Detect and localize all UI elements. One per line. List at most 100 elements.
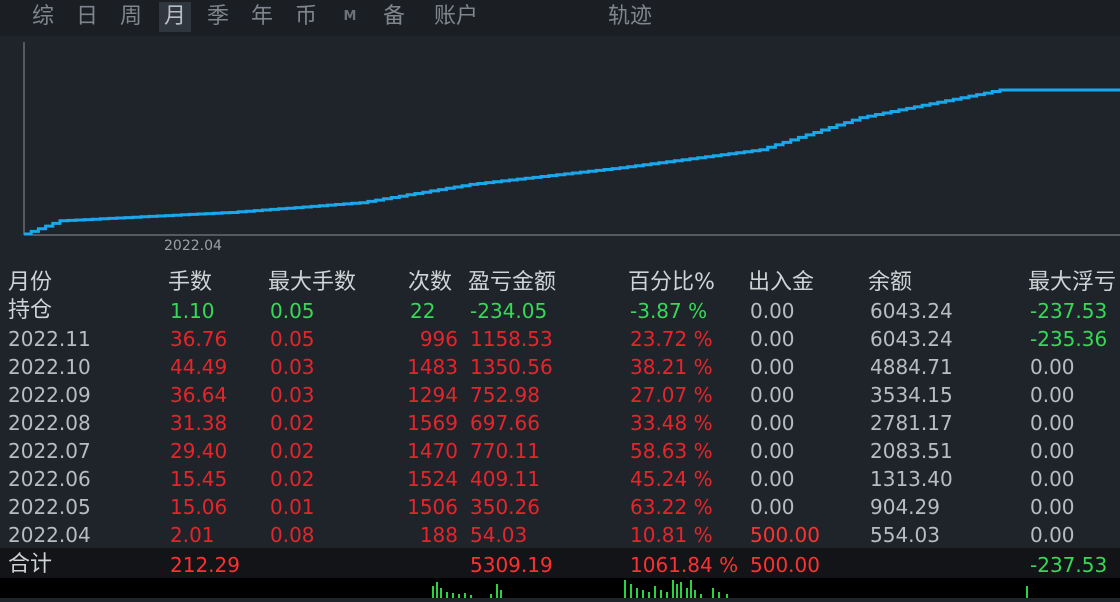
row-count: 1506 [407, 495, 458, 519]
total-max-float-loss: -237.53 [1030, 553, 1108, 577]
row-month: 2022.07 [8, 439, 91, 463]
row-month: 2022.09 [8, 383, 91, 407]
row-max-float-loss: -237.53 [1030, 299, 1108, 323]
row-max-float-loss: 0.00 [1030, 523, 1075, 547]
col-header-max-lots: 最大手数 [268, 270, 357, 295]
row-month: 2022.11 [8, 327, 91, 351]
row-pnl: -234.05 [470, 299, 548, 323]
row-month: 2022.08 [8, 411, 91, 435]
row-max-float-loss: 0.00 [1030, 439, 1075, 463]
tab-currency[interactable]: 币 [291, 2, 321, 32]
col-header-month: 月份 [8, 270, 53, 295]
row-count: 1569 [407, 411, 458, 435]
tab-summary[interactable]: 综 [28, 2, 58, 32]
tab-year[interactable]: 年 [247, 2, 277, 32]
row-max-lots: 0.05 [270, 299, 315, 323]
tab-track[interactable]: 轨迹 [602, 2, 658, 32]
row-lots: 36.64 [170, 383, 228, 407]
row-percent: 23.72 % [630, 327, 713, 351]
row-percent: 38.21 % [630, 355, 713, 379]
total-percent: 1061.84 % [630, 553, 739, 577]
row-month: 2022.05 [8, 495, 91, 519]
tab-quarter[interactable]: 季 [203, 2, 233, 32]
row-max-lots: 0.03 [270, 355, 315, 379]
row-percent: -3.87 % [630, 299, 708, 323]
row-max-float-loss: 0.00 [1030, 355, 1075, 379]
indicator-panel [0, 578, 1120, 598]
total-label: 合计 [8, 552, 53, 577]
total-row: 合计 212.29 5309.19 1061.84 % 500.00 -237.… [0, 548, 1120, 578]
row-month: 2022.04 [8, 523, 91, 547]
tab-month[interactable]: 月 [159, 2, 191, 32]
row-pnl: 350.26 [470, 495, 540, 519]
row-max-float-loss: 0.00 [1030, 383, 1075, 407]
row-month: 2022.10 [8, 355, 91, 379]
balance-line-chart [23, 42, 1120, 236]
tab-week[interactable]: 周 [116, 2, 146, 32]
col-header-count: 次数 [408, 270, 453, 295]
row-percent: 10.81 % [630, 523, 713, 547]
row-deposit: 0.00 [750, 495, 795, 519]
row-max-float-loss: 0.00 [1030, 411, 1075, 435]
total-pnl: 5309.19 [470, 553, 553, 577]
row-percent: 63.22 % [630, 495, 713, 519]
row-balance: 6043.24 [870, 327, 953, 351]
row-pnl: 770.11 [470, 439, 540, 463]
row-max-float-loss: -235.36 [1030, 327, 1108, 351]
period-tab-bar: 综 日 周 月 季 年 币 M 备 账户 轨迹 [0, 0, 1120, 36]
total-lots: 212.29 [170, 553, 240, 577]
x-tick-label: 2022.04 [164, 238, 222, 254]
row-max-lots: 0.02 [270, 467, 315, 491]
row-pnl: 1158.53 [470, 327, 553, 351]
row-percent: 27.07 % [630, 383, 713, 407]
row-lots: 29.40 [170, 439, 228, 463]
row-deposit: 0.00 [750, 299, 795, 323]
row-deposit: 0.00 [750, 327, 795, 351]
row-deposit: 0.00 [750, 355, 795, 379]
row-balance: 3534.15 [870, 383, 953, 407]
row-max-float-loss: 0.00 [1030, 495, 1075, 519]
row-max-lots: 0.03 [270, 383, 315, 407]
row-balance: 2083.51 [870, 439, 953, 463]
row-max-lots: 0.08 [270, 523, 315, 547]
row-max-lots: 0.01 [270, 495, 315, 519]
row-lots: 15.45 [170, 467, 228, 491]
row-balance: 554.03 [870, 523, 940, 547]
row-balance: 904.29 [870, 495, 940, 519]
row-balance: 1313.40 [870, 467, 953, 491]
total-deposit: 500.00 [750, 553, 820, 577]
row-count: 188 [419, 523, 458, 547]
row-lots: 2.01 [170, 523, 215, 547]
col-header-deposit: 出入金 [748, 270, 815, 295]
row-pnl: 752.98 [470, 383, 540, 407]
row-count: 1470 [407, 439, 458, 463]
row-percent: 33.48 % [630, 411, 713, 435]
tab-m[interactable]: M [338, 2, 362, 32]
row-max-lots: 0.02 [270, 439, 315, 463]
tab-day[interactable]: 日 [72, 2, 102, 32]
row-pnl: 697.66 [470, 411, 540, 435]
balance-series-line [24, 88, 1120, 236]
col-header-max-float-loss: 最大浮亏 [1028, 270, 1117, 295]
balance-chart: 2022.04 [0, 36, 1120, 268]
row-lots: 15.06 [170, 495, 228, 519]
col-header-pnl: 盈亏金额 [468, 270, 557, 295]
row-count: 1524 [407, 467, 458, 491]
tab-account[interactable]: 账户 [428, 2, 484, 32]
row-balance: 6043.24 [870, 299, 953, 323]
row-balance: 4884.71 [870, 355, 953, 379]
row-deposit: 0.00 [750, 439, 795, 463]
row-max-float-loss: 0.00 [1030, 467, 1075, 491]
row-count: 1483 [407, 355, 458, 379]
row-month: 持仓 [8, 298, 53, 323]
row-pnl: 54.03 [470, 523, 528, 547]
tab-note[interactable]: 备 [379, 2, 409, 32]
volume-histogram [432, 580, 1028, 598]
row-percent: 58.63 % [630, 439, 713, 463]
row-lots: 31.38 [170, 411, 228, 435]
row-deposit: 0.00 [750, 383, 795, 407]
row-pnl: 409.11 [470, 467, 540, 491]
row-month: 2022.06 [8, 467, 91, 491]
row-lots: 1.10 [170, 299, 215, 323]
col-header-lots: 手数 [168, 270, 213, 295]
